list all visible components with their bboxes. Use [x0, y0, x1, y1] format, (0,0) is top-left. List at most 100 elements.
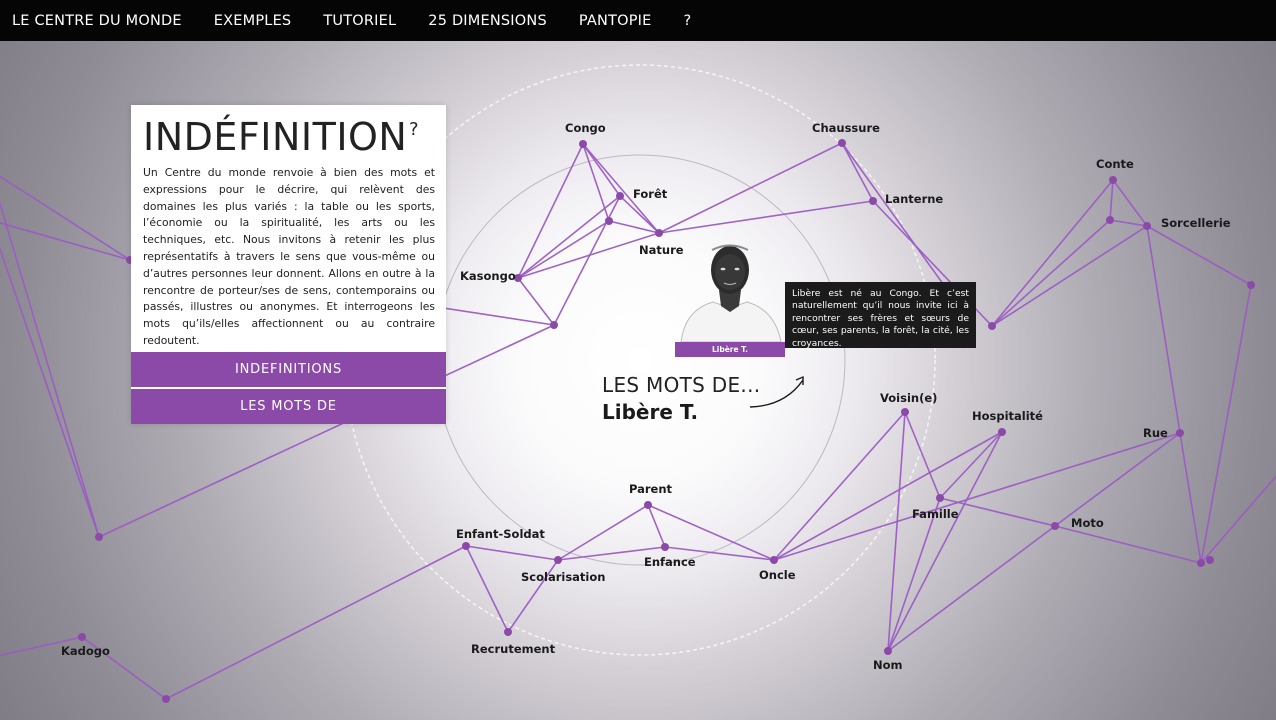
word-node-enfant-soldat[interactable]: Enfant-Soldat — [456, 527, 545, 550]
word-node-nom[interactable]: Nom — [873, 647, 903, 672]
network-edge — [619, 195, 660, 234]
network-junction-node — [1197, 559, 1205, 567]
word-node-label[interactable]: Enfance — [644, 555, 696, 569]
word-node-label[interactable]: Enfant-Soldat — [456, 527, 545, 541]
word-node-label[interactable]: Nom — [873, 658, 903, 672]
network-edge — [773, 432, 1181, 561]
word-node-hospitalit-[interactable]: Hospitalité — [972, 409, 1043, 436]
word-node-dot[interactable] — [884, 647, 892, 655]
network-edge — [517, 277, 555, 326]
word-node-dot[interactable] — [504, 628, 512, 636]
indefinitions-button[interactable]: INDEFINITIONS — [131, 352, 446, 387]
word-node-label[interactable]: Famille — [912, 507, 959, 521]
word-node-dot[interactable] — [1051, 522, 1059, 530]
word-node-dot[interactable] — [838, 139, 846, 147]
word-node-label[interactable]: Moto — [1071, 516, 1104, 530]
word-node-label[interactable]: Oncle — [759, 568, 796, 582]
word-node-dot[interactable] — [661, 543, 669, 551]
word-node-label[interactable]: Lanterne — [885, 192, 943, 206]
word-node-lanterne[interactable]: Lanterne — [869, 192, 943, 206]
word-node-chaussure[interactable]: Chaussure — [812, 121, 880, 147]
person-name-heading: Libère T. — [602, 400, 699, 424]
word-node-dot[interactable] — [869, 197, 877, 205]
word-node-label[interactable]: Conte — [1096, 157, 1134, 171]
word-node-voisin-e-[interactable]: Voisin(e) — [880, 391, 937, 416]
network-edge — [0, 200, 100, 538]
network-edge — [553, 195, 621, 326]
nav-help[interactable]: ? — [668, 13, 708, 29]
word-node-famille[interactable]: Famille — [912, 494, 959, 521]
network-edge — [1109, 179, 1114, 221]
word-node-dot[interactable] — [1109, 176, 1117, 184]
network-edge — [1200, 284, 1252, 564]
word-node-sorcellerie[interactable]: Sorcellerie — [1143, 216, 1231, 230]
word-node-label[interactable]: Parent — [629, 482, 673, 496]
word-node-dot[interactable] — [998, 428, 1006, 436]
word-node-kasongo[interactable]: Kasongo — [460, 269, 522, 283]
word-node-rue[interactable]: Rue — [1143, 426, 1184, 440]
network-junction-node — [1247, 281, 1255, 289]
network-edge — [1200, 474, 1276, 564]
word-node-recrutement[interactable]: Recrutement — [471, 628, 556, 656]
curved-arrow-icon — [749, 375, 804, 408]
les-mots-de-heading: LES MOTS DE... — [602, 373, 761, 397]
network-edge — [1146, 225, 1181, 434]
word-node-label[interactable]: Kasongo — [460, 269, 516, 283]
word-node-dot[interactable] — [901, 408, 909, 416]
word-node-dot[interactable] — [616, 192, 624, 200]
word-node-dot[interactable] — [1143, 222, 1151, 230]
word-node-dot[interactable] — [655, 229, 663, 237]
word-node-label[interactable]: Congo — [565, 121, 606, 135]
network-edge — [1054, 432, 1181, 527]
word-node-label[interactable]: Sorcellerie — [1161, 216, 1231, 230]
word-node-dot[interactable] — [78, 633, 86, 641]
word-node-label[interactable]: Scolarisation — [521, 570, 605, 584]
word-node-label[interactable]: Forêt — [633, 187, 668, 201]
word-node-kadogo[interactable]: Kadogo — [61, 633, 110, 658]
network-edge — [991, 219, 1111, 327]
word-node-scolarisation[interactable]: Scolarisation — [521, 556, 605, 584]
les-mots-de-button[interactable]: LES MOTS DE — [131, 389, 446, 424]
network-edge — [1146, 225, 1252, 286]
person-name-badge: Libère T. — [675, 342, 785, 357]
network-edge — [0, 222, 131, 261]
word-node-label[interactable]: Kadogo — [61, 644, 110, 658]
word-node-dot[interactable] — [462, 542, 470, 550]
network-junction-node — [162, 695, 170, 703]
network-edge — [582, 143, 621, 197]
word-node-congo[interactable]: Congo — [565, 121, 606, 148]
word-node-label[interactable]: Recrutement — [471, 642, 556, 656]
network-edge — [991, 225, 1148, 327]
word-node-dot[interactable] — [770, 556, 778, 564]
word-node-label[interactable]: Voisin(e) — [880, 391, 937, 405]
word-node-dot[interactable] — [644, 501, 652, 509]
nav-exemples[interactable]: EXEMPLES — [198, 13, 308, 29]
word-node-parent[interactable]: Parent — [629, 482, 673, 509]
word-node-label[interactable]: Rue — [1143, 426, 1168, 440]
word-node-dot[interactable] — [554, 556, 562, 564]
indefinition-panel: INDÉFINITION ? Un Centre du monde renvoi… — [131, 105, 446, 424]
network-junction-node — [1106, 216, 1114, 224]
word-node-dot[interactable] — [936, 494, 944, 502]
network-edge — [517, 232, 660, 279]
network-edge — [465, 545, 559, 561]
network-edge — [1179, 432, 1202, 564]
nav-le-centre-du-monde[interactable]: LE CENTRE DU MONDE — [0, 13, 198, 29]
word-node-label[interactable]: Chaussure — [812, 121, 880, 135]
person-bio: Libère est né au Congo. Et c’est naturel… — [785, 282, 976, 349]
word-node-dot[interactable] — [1176, 429, 1184, 437]
panel-title: INDÉFINITION — [143, 115, 408, 159]
panel-help-button[interactable]: ? — [409, 119, 419, 140]
network-edge — [465, 545, 509, 633]
network-junction-node — [550, 321, 558, 329]
network-edge — [517, 195, 621, 279]
nav-pantopie[interactable]: PANTOPIE — [563, 13, 668, 29]
word-node-dot[interactable] — [579, 140, 587, 148]
word-node-oncle[interactable]: Oncle — [759, 556, 796, 582]
person-portrait[interactable] — [675, 238, 785, 343]
nav-tutoriel[interactable]: TUTORIEL — [307, 13, 412, 29]
nav-25-dimensions[interactable]: 25 DIMENSIONS — [412, 13, 563, 29]
network-edge — [887, 525, 1056, 652]
word-node-label[interactable]: Hospitalité — [972, 409, 1043, 423]
word-node-conte[interactable]: Conte — [1096, 157, 1134, 184]
